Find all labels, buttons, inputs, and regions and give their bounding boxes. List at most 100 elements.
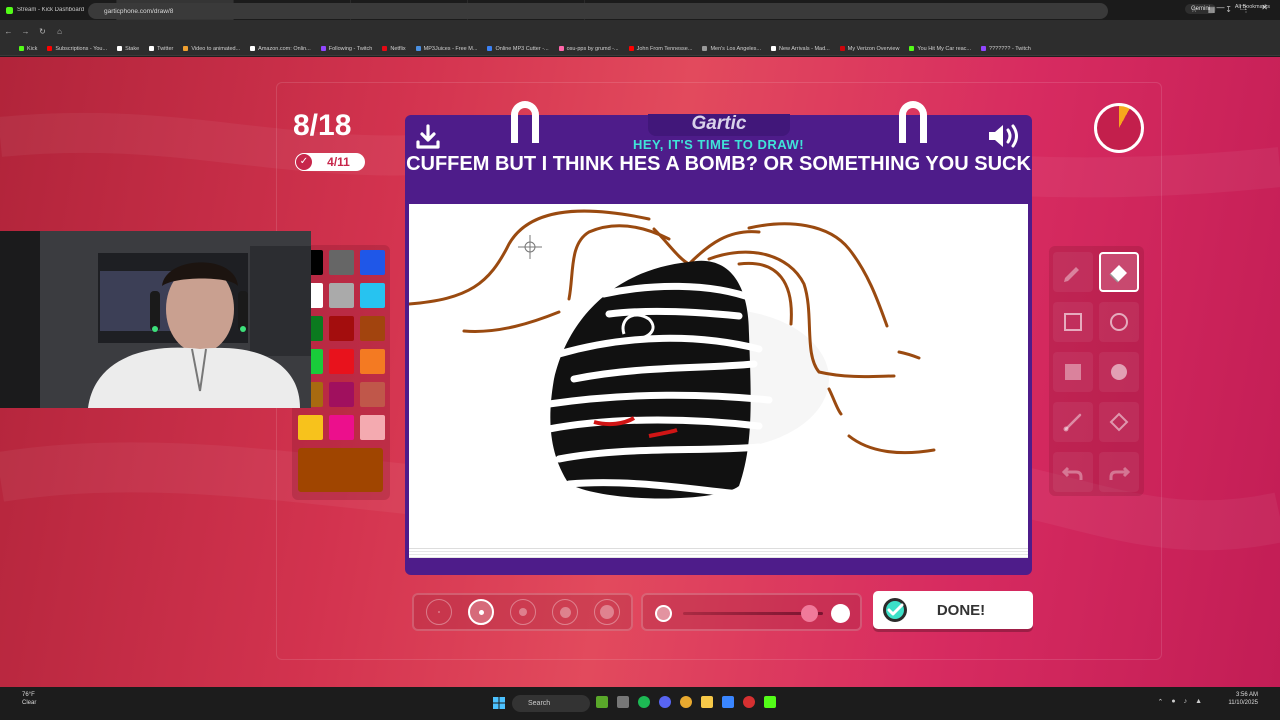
bookmark-item[interactable]: Subscriptions - You... [42,46,112,52]
bookmark-item[interactable]: Amazon.com: Onlin... [245,46,316,52]
extensions-icon[interactable]: ▦ [1208,5,1216,14]
file-explorer-icon[interactable] [701,696,713,708]
color-swatch[interactable] [360,349,385,374]
ellipse-fill-tool[interactable] [1099,352,1139,392]
weather-temp: 76°F [22,692,35,698]
brush-size-dot-icon [600,605,614,619]
bookmark-favicon-icon [117,46,123,51]
home-icon[interactable]: ⌂ [51,27,68,36]
color-swatch[interactable] [329,316,354,341]
clock-time: 3:56 AM [1235,692,1258,698]
brush-size-dot-icon [478,609,484,615]
brush-size-option[interactable] [552,599,578,625]
system-tray: ⌃ ● ♪ ▲ [1157,698,1202,706]
check-icon: ✓ [296,154,312,170]
bookmark-label: My Verizon Overview [847,45,900,52]
pencil-tool[interactable] [1053,252,1093,292]
color-swatch[interactable] [360,415,385,440]
taskbar-search[interactable]: Search [512,695,590,712]
timer-icon [1094,103,1144,153]
color-swatch[interactable] [298,415,323,440]
bookmark-item[interactable]: Kick [14,46,42,52]
color-swatch[interactable] [360,250,385,275]
bookmark-item[interactable]: You Hit My Car reac... [904,46,976,52]
bookmark-item[interactable]: Netflix [377,46,410,52]
redo-icon [1109,466,1131,480]
bookmark-item[interactable]: Following - Twitch [316,46,378,52]
tray-chevron-icon[interactable]: ⌃ [1157,698,1163,706]
bookmark-favicon-icon [839,46,845,51]
task-view-icon[interactable] [617,696,629,708]
bucket-fill-tool[interactable] [1099,402,1139,442]
bookmark-item[interactable]: MP3Juices - Free M... [411,46,483,52]
back-icon[interactable]: ← [0,27,17,36]
windows-start-icon[interactable] [493,697,505,709]
bookmark-item[interactable]: Online MP3 Cutter -... [482,46,553,52]
bookmark-item[interactable]: ??????? - Twitch [976,46,1036,52]
spotify-icon[interactable] [638,696,650,708]
ellipse-fill-icon [1111,364,1127,380]
color-swatch[interactable] [329,283,354,308]
color-swatch[interactable] [329,415,354,440]
forward-icon[interactable]: → [17,27,34,36]
opacity-low-icon [655,605,672,622]
bookmark-item[interactable]: Stake [112,46,144,52]
taskbar-clock[interactable]: 3:56 AM 11/10/2025 [1228,691,1258,707]
brush-size-option[interactable] [468,599,494,625]
tray-network-icon[interactable]: ▲ [1195,698,1202,706]
ellipse-outline-tool[interactable] [1099,302,1139,342]
bookmark-favicon-icon [47,46,53,51]
bookmark-favicon-icon [250,46,256,51]
opacity-handle[interactable] [801,605,818,622]
brush-size-dot-icon [519,608,527,616]
weather-widget[interactable]: 76°F Clear [22,691,36,707]
bookmark-favicon-icon [183,46,189,51]
brush-size-option[interactable] [426,599,452,625]
bookmark-item[interactable]: New Arrivals - Mad... [766,46,835,52]
rectangle-outline-tool[interactable] [1053,302,1093,342]
bookmark-label: ??????? - Twitch [989,45,1031,52]
brush-size-option[interactable] [510,599,536,625]
opacity-slider[interactable] [641,593,862,631]
rectangle-fill-tool[interactable] [1053,352,1093,392]
chrome-icon[interactable] [680,696,692,708]
tool-panel [1049,246,1144,496]
store-icon[interactable] [722,696,734,708]
bookmark-favicon-icon [981,46,987,51]
all-bookmarks-button[interactable]: All Bookmarks [1235,4,1270,10]
kick-icon[interactable] [764,696,776,708]
color-swatch[interactable] [329,382,354,407]
obs-icon[interactable] [743,696,755,708]
bookmark-star-icon[interactable]: ☆ [1191,5,1198,14]
bookmark-item[interactable]: John From Tennesse... [624,46,698,52]
color-swatch[interactable] [360,283,385,308]
bookmark-item[interactable]: Video to animated... [178,46,245,52]
eraser-tool[interactable] [1099,252,1139,292]
bookmark-label: Kick [27,45,38,52]
color-swatch[interactable] [360,316,385,341]
line-tool[interactable] [1053,402,1093,442]
tray-volume-icon[interactable]: ♪ [1184,698,1188,706]
tray-app-icon[interactable]: ● [1171,698,1175,706]
discord-icon[interactable] [659,696,671,708]
app-icon[interactable] [596,696,608,708]
download-browser-icon[interactable]: ↧ [1225,5,1232,14]
bookmark-item[interactable]: osu-pps by grumd -... [554,46,624,52]
bookmark-favicon-icon [702,46,708,51]
color-swatch[interactable] [329,349,354,374]
bookmark-item[interactable]: Men's Los Angeles... [697,46,766,52]
bookmark-item[interactable]: My Verizon Overview [835,46,905,52]
color-swatch[interactable] [329,250,354,275]
reload-icon[interactable]: ↻ [34,27,51,36]
brush-size-dot-icon [559,606,571,618]
redo-tool[interactable] [1099,452,1139,492]
url-field[interactable]: garticphone.com/draw/8 [88,3,1108,19]
bookmark-favicon-icon [558,46,564,51]
drawing-canvas[interactable] [407,204,1028,548]
bookmark-item[interactable]: Twitter [144,46,178,52]
undo-tool[interactable] [1053,452,1093,492]
color-swatch[interactable] [360,382,385,407]
done-button[interactable]: DONE! [873,591,1033,629]
brush-size-option[interactable] [594,599,620,625]
bookmark-favicon-icon [771,46,777,51]
